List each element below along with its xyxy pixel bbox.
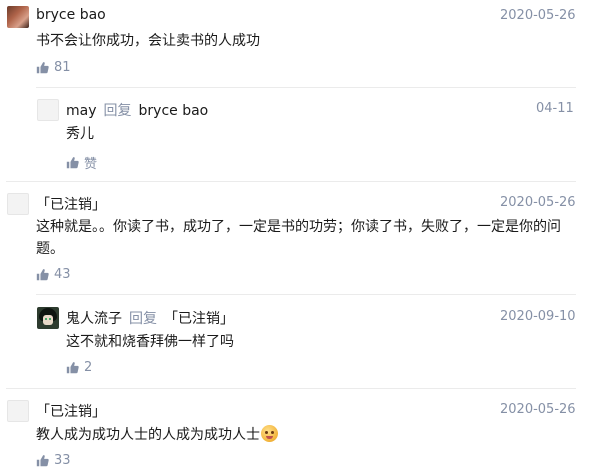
like-count: 81 bbox=[54, 60, 71, 75]
comment-text-line-1: 这种就是。。你读了书，成功了，一定是书的功劳；你读了书，失败了，一定是你的问 bbox=[36, 219, 561, 235]
thumbs-up-icon bbox=[66, 156, 79, 169]
like-count: 33 bbox=[54, 453, 71, 468]
comment-date: 2020-05-26 bbox=[500, 8, 576, 23]
smirk-emoji-icon bbox=[261, 425, 278, 442]
reply-header: may 回复 bryce bao bbox=[66, 100, 208, 120]
reply-date: 2020-09-10 bbox=[500, 309, 576, 324]
avatar[interactable] bbox=[37, 99, 59, 121]
comment-author[interactable]: 「已注销」 bbox=[36, 401, 106, 421]
divider bbox=[36, 87, 576, 88]
avatar[interactable] bbox=[7, 6, 29, 28]
thumbs-up-icon bbox=[36, 268, 49, 281]
avatar[interactable] bbox=[7, 400, 29, 422]
thumbs-up-icon bbox=[66, 361, 79, 374]
reply-date: 04-11 bbox=[536, 101, 574, 116]
avatar[interactable] bbox=[37, 307, 59, 329]
reply-author[interactable]: 鬼人流子 bbox=[66, 308, 122, 328]
reply-label: 回复 bbox=[129, 311, 157, 327]
comment-date: 2020-05-26 bbox=[500, 195, 576, 210]
divider bbox=[36, 294, 576, 295]
comment-body: 教人成为成功人士的人成为成功人士 bbox=[36, 424, 278, 446]
thumbs-up-icon bbox=[36, 61, 49, 74]
reply-to-author[interactable]: bryce bao bbox=[139, 103, 209, 119]
reply-text: 秀儿 bbox=[66, 126, 94, 142]
reply-label: 回复 bbox=[103, 103, 132, 119]
like-button[interactable]: 赞 bbox=[66, 153, 97, 172]
like-button[interactable]: 33 bbox=[36, 453, 71, 468]
reply-header: 鬼人流子 回复 「已注销」 bbox=[66, 308, 234, 328]
like-button[interactable]: 81 bbox=[36, 60, 71, 75]
divider bbox=[6, 181, 576, 182]
comment-text-line-2: 题。 bbox=[36, 241, 64, 257]
like-count: 43 bbox=[54, 267, 71, 282]
like-button[interactable]: 2 bbox=[66, 360, 92, 375]
reply-text: 这不就和烧香拜佛一样了吗 bbox=[66, 334, 234, 350]
comment-date: 2020-05-26 bbox=[500, 402, 576, 417]
like-count: 2 bbox=[84, 360, 93, 375]
avatar[interactable] bbox=[7, 193, 29, 215]
comment-author[interactable]: 「已注销」 bbox=[36, 194, 106, 214]
comment-author[interactable]: bryce bao bbox=[36, 7, 106, 23]
like-button[interactable]: 43 bbox=[36, 267, 71, 282]
reply-to-author[interactable]: 「已注销」 bbox=[164, 308, 234, 328]
reply-author[interactable]: may bbox=[66, 103, 97, 119]
comment-text: 教人成为成功人士的人成为成功人士 bbox=[36, 427, 260, 443]
divider bbox=[6, 388, 576, 389]
thumbs-up-icon bbox=[36, 454, 49, 467]
comment-text: 书不会让你成功，会让卖书的人成功 bbox=[36, 33, 260, 49]
like-label: 赞 bbox=[84, 157, 98, 172]
